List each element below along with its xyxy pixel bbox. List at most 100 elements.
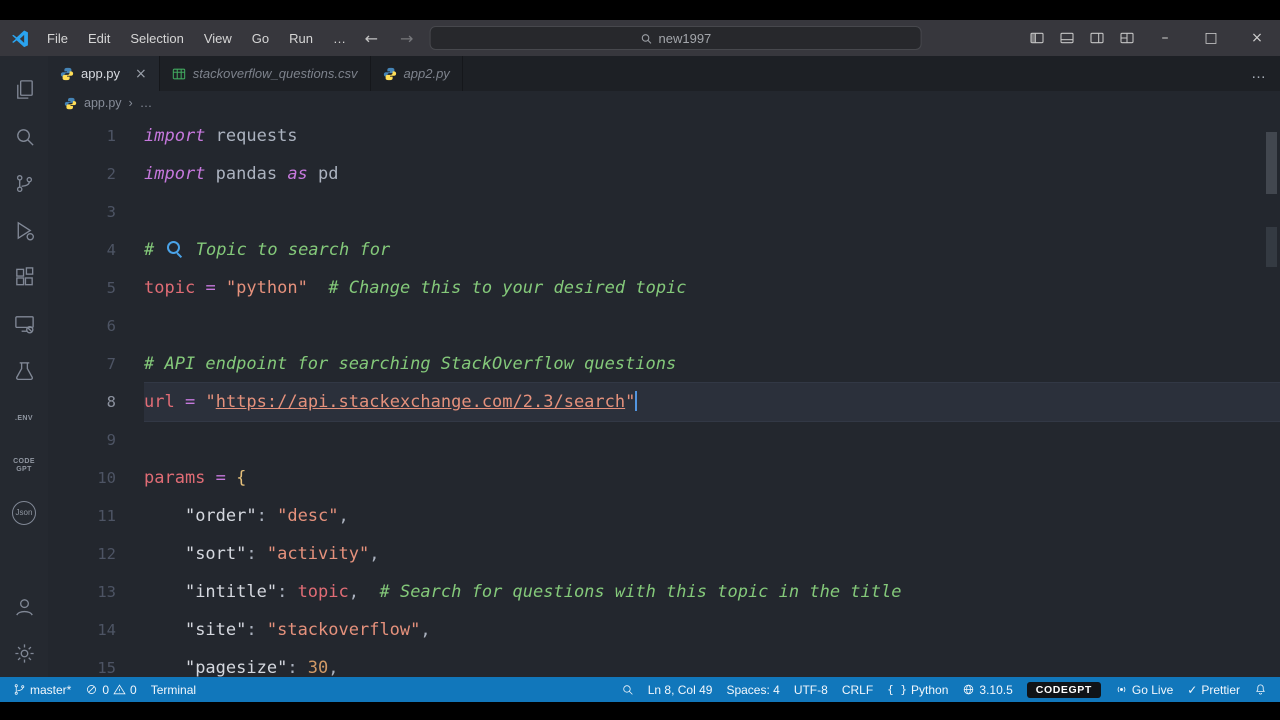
- breadcrumb-separator-icon: ›: [128, 96, 133, 110]
- tab-bar: app.py × stackoverflow_questions.csv app…: [48, 56, 1280, 91]
- scrollbar-thumb[interactable]: [1266, 132, 1277, 194]
- breadcrumb-file[interactable]: app.py: [84, 96, 122, 110]
- run-debug-icon[interactable]: [0, 207, 48, 254]
- code-line[interactable]: 7 # API endpoint for searching StackOverf…: [48, 345, 1280, 383]
- tab-stackoverflow-questions-csv[interactable]: stackoverflow_questions.csv: [159, 56, 371, 91]
- terminal-status[interactable]: Terminal: [144, 677, 203, 702]
- source-control-icon[interactable]: [0, 160, 48, 207]
- explorer-icon[interactable]: [0, 66, 48, 113]
- code-line[interactable]: 6: [48, 307, 1280, 345]
- warnings-count: 0: [130, 682, 137, 697]
- prettier-status[interactable]: ✓ Prettier: [1180, 677, 1247, 702]
- line-number: 8: [106, 393, 116, 411]
- line-number: 5: [106, 279, 116, 297]
- editor-actions-more-icon[interactable]: …: [1251, 56, 1266, 91]
- code-line[interactable]: 5 topic = "python" # Change this to your …: [48, 269, 1280, 307]
- json-label: Json: [12, 500, 36, 525]
- code-line-text[interactable]: params = {: [144, 459, 1280, 497]
- language-label: Python: [911, 682, 949, 697]
- account-icon[interactable]: [0, 583, 48, 630]
- line-number: 3: [106, 203, 116, 221]
- git-branch-label: master*: [30, 682, 72, 697]
- toggle-panel-icon[interactable]: [1052, 24, 1082, 52]
- language-mode-status[interactable]: { } Python: [880, 677, 955, 702]
- customize-layout-icon[interactable]: [1112, 24, 1142, 52]
- code-line-text[interactable]: # Topic to search for: [144, 231, 1280, 269]
- line-number: 1: [106, 127, 116, 145]
- code-line-text[interactable]: "order": "desc",: [144, 497, 1280, 535]
- zoom-status-icon[interactable]: [614, 677, 641, 702]
- errors-count: 0: [102, 682, 110, 697]
- menu-view[interactable]: View: [195, 28, 241, 49]
- code-line-text[interactable]: "intitle": topic, # Search for questions…: [144, 573, 1280, 611]
- code-line-text[interactable]: # API endpoint for searching StackOverfl…: [144, 345, 1280, 383]
- problems-status[interactable]: 0 0: [78, 677, 143, 702]
- window-close-button[interactable]: ×: [1234, 20, 1280, 56]
- search-sidebar-icon[interactable]: [0, 113, 48, 160]
- code-line[interactable]: 3: [48, 193, 1280, 231]
- status-bar: master* 0 0 Terminal Ln 8, Col 49 Spaces…: [0, 677, 1280, 702]
- eol-status[interactable]: CRLF: [835, 677, 880, 702]
- json-extension-icon[interactable]: Json: [0, 489, 48, 536]
- indentation-status[interactable]: Spaces: 4: [719, 677, 786, 702]
- codegpt-status[interactable]: CODEGPT: [1020, 677, 1108, 702]
- code-line[interactable]: 2 import pandas as pd: [48, 155, 1280, 193]
- go-live-status[interactable]: Go Live: [1108, 677, 1180, 702]
- tab-close-icon[interactable]: ×: [135, 67, 147, 81]
- warnings-icon: [113, 684, 126, 695]
- menu-edit[interactable]: Edit: [79, 28, 119, 49]
- menu-selection[interactable]: Selection: [121, 28, 192, 49]
- toggle-sidebar-left-icon[interactable]: [1022, 24, 1052, 52]
- code-line-text[interactable]: import pandas as pd: [144, 155, 1280, 193]
- command-center-search[interactable]: new1997: [429, 26, 922, 50]
- dotenv-extension-icon[interactable]: .ENV: [0, 395, 48, 442]
- notifications-bell-icon[interactable]: [1247, 677, 1274, 702]
- git-branch-status[interactable]: master*: [6, 677, 78, 702]
- breadcrumb[interactable]: app.py › …: [48, 91, 1280, 115]
- code-line[interactable]: 4 # Topic to search for: [48, 231, 1280, 269]
- window-minimize-button[interactable]: –: [1142, 20, 1188, 56]
- extensions-icon[interactable]: [0, 254, 48, 301]
- tab-app-py[interactable]: app.py ×: [48, 56, 160, 91]
- line-number: 14: [97, 621, 116, 639]
- code-line[interactable]: 11 "order": "desc",: [48, 497, 1280, 535]
- code-line-text[interactable]: [144, 193, 1280, 231]
- search-query-text: new1997: [658, 30, 712, 46]
- tab-app2-py[interactable]: app2.py: [370, 56, 463, 91]
- nav-back-icon[interactable]: ←: [359, 29, 384, 48]
- remote-explorer-icon[interactable]: [0, 301, 48, 348]
- window-maximize-button[interactable]: □: [1188, 20, 1234, 56]
- encoding-status[interactable]: UTF-8: [787, 677, 835, 702]
- breadcrumb-more[interactable]: …: [140, 96, 153, 110]
- code-line[interactable]: 1 import requests: [48, 117, 1280, 155]
- menu-go[interactable]: Go: [243, 28, 278, 49]
- codegpt-extension-icon[interactable]: CODE GPT: [0, 442, 48, 489]
- menu-file[interactable]: File: [38, 28, 77, 49]
- code-line[interactable]: 13 "intitle": topic, # Search for questi…: [48, 573, 1280, 611]
- testing-beaker-icon[interactable]: [0, 348, 48, 395]
- editor-pane[interactable]: 1 import requests 2 import pandas as pd 3 4 # …: [48, 115, 1280, 677]
- code-line-text[interactable]: [144, 421, 1280, 459]
- code-lines: 1 import requests 2 import pandas as pd 3 4 # …: [48, 117, 1280, 677]
- menu-run[interactable]: Run: [280, 28, 322, 49]
- menu-more-icon[interactable]: …: [324, 28, 355, 49]
- nav-forward-icon[interactable]: →: [394, 29, 419, 48]
- code-line[interactable]: 15 "pagesize": 30,: [48, 649, 1280, 677]
- code-line-text[interactable]: topic = "python" # Change this to your d…: [144, 269, 1280, 307]
- toggle-sidebar-right-icon[interactable]: [1082, 24, 1112, 52]
- code-line[interactable]: 9: [48, 421, 1280, 459]
- cursor-position-status[interactable]: Ln 8, Col 49: [641, 677, 720, 702]
- code-line-text[interactable]: "site": "stackoverflow",: [144, 611, 1280, 649]
- code-line-text[interactable]: "sort": "activity",: [144, 535, 1280, 573]
- code-line-text[interactable]: import requests: [144, 117, 1280, 155]
- code-line[interactable]: 8 url = "https://api.stackexchange.com/2.…: [48, 383, 1280, 421]
- code-line[interactable]: 14 "site": "stackoverflow",: [48, 611, 1280, 649]
- code-line[interactable]: 12 "sort": "activity",: [48, 535, 1280, 573]
- code-line-text[interactable]: url = "https://api.stackexchange.com/2.3…: [144, 383, 1280, 421]
- code-line-text[interactable]: [144, 307, 1280, 345]
- python-interpreter-status[interactable]: 3.10.5: [955, 677, 1019, 702]
- settings-gear-icon[interactable]: [0, 630, 48, 677]
- code-line-text[interactable]: "pagesize": 30,: [144, 649, 1280, 677]
- code-line[interactable]: 10 params = {: [48, 459, 1280, 497]
- line-number: 4: [106, 241, 116, 259]
